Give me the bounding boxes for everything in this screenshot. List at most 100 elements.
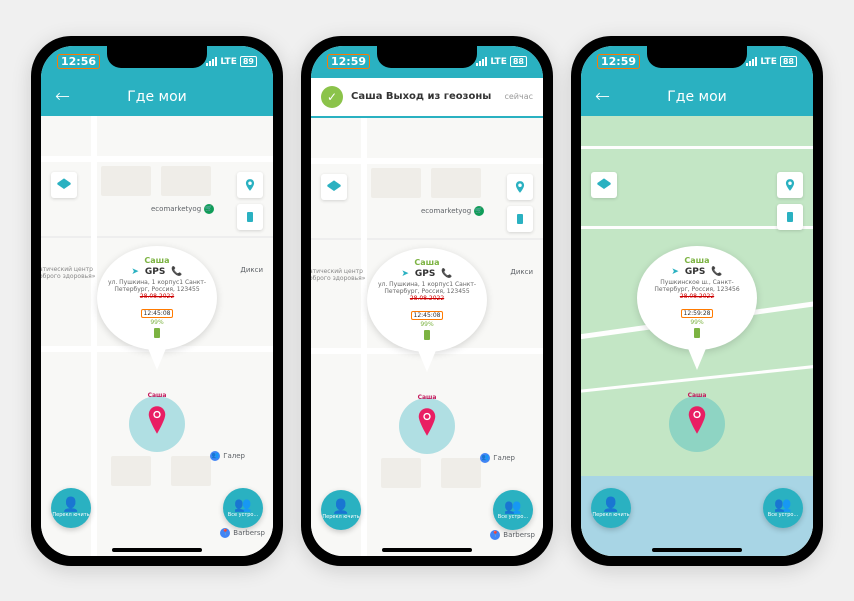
poi-side: атический центр оброго здоровья»	[311, 268, 369, 282]
callout-time: 12:59:28	[681, 309, 714, 318]
call-icon[interactable]: 📞	[441, 269, 452, 279]
device-button[interactable]	[507, 206, 533, 232]
call-icon[interactable]: 📞	[171, 267, 182, 277]
screen: 12:59 LTE 88 ← Где мои	[581, 46, 813, 556]
layers-button[interactable]	[51, 172, 77, 198]
poi-galer: 👥Галер	[480, 453, 515, 463]
notification-banner[interactable]: ✓ Саша Выход из геозоны сейчас	[311, 78, 543, 118]
phone-mockup-3: 12:59 LTE 88 ← Где мои	[571, 36, 823, 566]
switch-icon: 👤	[332, 500, 349, 514]
callout-date: 28.08.2022	[645, 293, 749, 300]
callout-address: ул. Пушкина, 1 корпус1 Санкт-Петербург, …	[375, 281, 479, 295]
phone-mockup-1: 12:56 LTE 89 ← Где мои ecomarketyog🛒 Дик…	[31, 36, 283, 566]
callout-time: 12:45:08	[141, 309, 174, 318]
lte-label: LTE	[220, 57, 237, 67]
callout-method: GPS	[415, 269, 435, 279]
poi-dixy: Дикси	[240, 266, 263, 274]
send-icon[interactable]: ➤	[401, 269, 409, 279]
poi-barber: 📍Barbersp	[220, 528, 265, 538]
status-time: 12:59	[597, 54, 640, 69]
signal-icon	[746, 57, 757, 66]
call-icon[interactable]: 📞	[711, 267, 722, 277]
layers-button[interactable]	[321, 174, 347, 200]
pin-button[interactable]	[237, 172, 263, 198]
callout-address: ул. Пушкина, 1 корпус1 Санкт-Петербург, …	[105, 279, 209, 293]
callout-time: 12:45:08	[411, 311, 444, 320]
back-icon[interactable]: ←	[55, 86, 70, 107]
marker-pin[interactable]	[146, 406, 168, 434]
layers-icon	[596, 177, 612, 193]
home-indicator[interactable]	[112, 548, 202, 552]
notification-title: Саша Выход из геозоны	[351, 91, 496, 102]
device-button[interactable]	[237, 204, 263, 230]
battery-icon	[424, 330, 430, 340]
layers-button[interactable]	[591, 172, 617, 198]
marker-label: Саша	[688, 392, 707, 399]
signal-icon	[206, 57, 217, 66]
switch-device-fab[interactable]: 👤 Перекл ючить	[321, 490, 361, 530]
pin-button[interactable]	[777, 172, 803, 198]
location-callout[interactable]: Саша ➤ GPS 📞 ул. Пушкина, 1 корпус1 Санк…	[367, 248, 487, 352]
screen: 12:56 LTE 89 ← Где мои ecomarketyog🛒 Дик…	[41, 46, 273, 556]
group-icon: 👥	[504, 500, 521, 514]
poi-galer: 👥Галер	[210, 451, 245, 461]
battery-level: 88	[780, 56, 797, 67]
callout-date: 28.08.2022	[105, 293, 209, 300]
switch-icon: 👤	[62, 498, 79, 512]
pin-icon	[513, 178, 527, 196]
screen: 12:59 LTE 88 ✓ Саша Выход из геозоны сей…	[311, 46, 543, 556]
battery-level: 88	[510, 56, 527, 67]
callout-battery: 99%	[375, 321, 479, 328]
all-devices-fab[interactable]: 👥 Все устро...	[223, 488, 263, 528]
group-icon: 👥	[774, 498, 791, 512]
status-time: 12:59	[327, 54, 370, 69]
layers-icon	[56, 177, 72, 193]
pin-icon	[243, 176, 257, 194]
switch-device-fab[interactable]: 👤 Перекл ючить	[591, 488, 631, 528]
marker-pin[interactable]	[686, 406, 708, 434]
switch-device-fab[interactable]: 👤 Перекл ючить	[51, 488, 91, 528]
page-title: Где мои	[667, 89, 727, 105]
phone-notch	[107, 46, 207, 68]
notification-app-icon: ✓	[321, 86, 343, 108]
callout-date: 28.08.2022	[375, 295, 479, 302]
callout-person-name: Саша	[375, 258, 479, 267]
app-header: ← Где мои	[41, 78, 273, 116]
battery-icon	[694, 328, 700, 338]
map-view[interactable]: ecomarketyog🛒 Дикси 👥Галер 📍Barbersp ати…	[311, 118, 543, 556]
callout-person-name: Саша	[645, 256, 749, 265]
home-indicator[interactable]	[652, 548, 742, 552]
signal-icon	[476, 57, 487, 66]
phone-mockup-2: 12:59 LTE 88 ✓ Саша Выход из геозоны сей…	[301, 36, 553, 566]
poi-ecomarket: ecomarketyog🛒	[421, 206, 484, 216]
all-devices-fab[interactable]: 👥 Все устро...	[763, 488, 803, 528]
all-devices-fab[interactable]: 👥 Все устро...	[493, 490, 533, 530]
pin-icon	[783, 176, 797, 194]
phone-notch	[647, 46, 747, 68]
app-header: ← Где мои	[581, 78, 813, 116]
lte-label: LTE	[490, 57, 507, 67]
location-callout[interactable]: Саша ➤ GPS 📞 Пушкинское ш., Санкт-Петерб…	[637, 246, 757, 350]
map-view[interactable]: ecomarketyog🛒 Дикси 👥Галер 📍Barbersp ати…	[41, 116, 273, 556]
map-view[interactable]: Саша ➤ GPS 📞 Пушкинское ш., Санкт-Петерб…	[581, 116, 813, 556]
page-title: Где мои	[127, 89, 187, 105]
phone-icon	[784, 208, 796, 226]
callout-method: GPS	[685, 267, 705, 277]
switch-icon: 👤	[602, 498, 619, 512]
device-button[interactable]	[777, 204, 803, 230]
pin-button[interactable]	[507, 174, 533, 200]
back-icon[interactable]: ←	[595, 86, 610, 107]
callout-person-name: Саша	[105, 256, 209, 265]
phone-icon	[514, 210, 526, 228]
send-icon[interactable]: ➤	[131, 267, 139, 277]
location-callout[interactable]: Саша ➤ GPS 📞 ул. Пушкина, 1 корпус1 Санк…	[97, 246, 217, 350]
battery-level: 89	[240, 56, 257, 67]
callout-battery: 99%	[645, 319, 749, 326]
send-icon[interactable]: ➤	[671, 267, 679, 277]
marker-pin[interactable]	[416, 408, 438, 436]
status-time: 12:56	[57, 54, 100, 69]
notification-time: сейчас	[504, 92, 533, 101]
status-right: LTE 89	[206, 56, 257, 67]
poi-dixy: Дикси	[510, 268, 533, 276]
home-indicator[interactable]	[382, 548, 472, 552]
